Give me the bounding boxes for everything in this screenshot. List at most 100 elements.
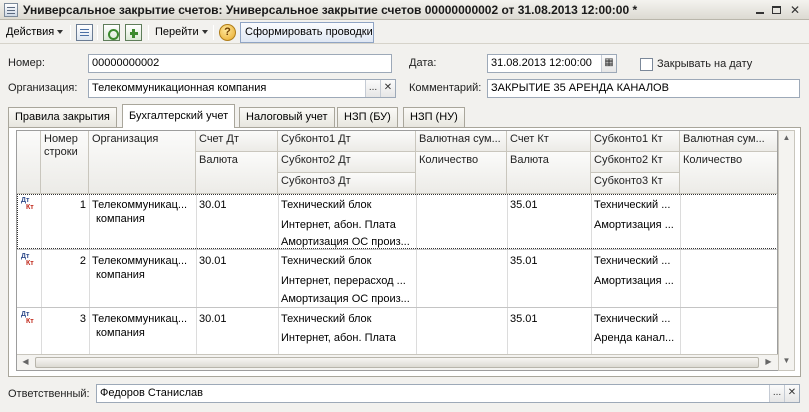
toolbar-separator — [213, 25, 214, 40]
table-header-subconto3-kt[interactable]: Субконто3 Кт — [591, 173, 680, 194]
row-subconto3-dt[interactable]: Амортизация ОС произ... — [278, 232, 416, 252]
row-subconto2-dt[interactable]: Интернет, абон. Плата — [278, 328, 416, 348]
close-on-date-label: Закрывать на дату — [657, 58, 753, 70]
actions-menu-label: Действия — [6, 26, 55, 38]
organization-field[interactable]: Телекоммуникационная компания — [88, 79, 396, 98]
row-dt-account[interactable]: 30.01 — [196, 195, 278, 215]
comment-field[interactable]: ЗАКРЫТИЕ 35 АРЕНДА КАНАЛОВ — [487, 79, 800, 98]
date-field[interactable]: 31.08.2013 12:00:00 — [487, 54, 617, 73]
scroll-left-icon[interactable]: ◀ — [18, 355, 33, 370]
table-header-subconto1-kt[interactable]: Субконто1 Кт — [591, 131, 680, 152]
tab-accounting[interactable]: Бухгалтерский учет — [122, 104, 236, 128]
table-header-organization[interactable]: Организация — [89, 131, 196, 194]
row-number[interactable]: 2 — [41, 251, 89, 271]
toolbar: Действия Перейти ? Сформировать проводки — [0, 21, 809, 44]
title-bar: Универсальное закрытие счетов: Универсал… — [0, 0, 809, 20]
vertical-scrollbar[interactable]: ▲ ▼ — [778, 130, 795, 371]
goto-menu-label: Перейти — [155, 26, 199, 38]
entry-type-icon: Дт Кт — [21, 197, 34, 211]
entry-type-icon: Дт Кт — [21, 253, 34, 267]
toolbar-separator — [70, 25, 71, 40]
row-subconto1-dt[interactable]: Технический блок — [278, 195, 416, 215]
tab-wip-accounting[interactable]: НЗП (БУ) — [337, 107, 398, 127]
tab-closing-rules[interactable]: Правила закрытия — [8, 107, 117, 127]
goto-menu[interactable]: Перейти — [155, 23, 208, 42]
organization-value: Телекоммуникационная компания — [92, 82, 267, 94]
refresh-icon[interactable] — [103, 24, 120, 41]
table-header-dt-account[interactable]: Счет Дт — [196, 131, 278, 152]
post-document-icon[interactable] — [76, 24, 93, 41]
generate-entries-button[interactable]: Сформировать проводки — [240, 22, 374, 43]
responsible-field[interactable]: Федоров Станислав — [96, 384, 800, 403]
date-label: Дата: — [409, 57, 437, 69]
comment-label: Комментарий: — [409, 82, 482, 94]
table-header-subconto2-kt[interactable]: Субконто2 Кт — [591, 152, 680, 173]
actions-menu[interactable]: Действия — [6, 23, 64, 42]
table-header-currency-sum-dt[interactable]: Валютная сум... — [416, 131, 507, 152]
responsible-label: Ответственный: — [8, 388, 90, 400]
horizontal-scrollbar[interactable]: ◀ ▶ — [17, 354, 778, 370]
header-row-number-line1: Номер — [44, 133, 78, 145]
scroll-up-icon[interactable]: ▲ — [779, 131, 794, 146]
responsible-value: Федоров Станислав — [100, 387, 203, 399]
row-kt-account[interactable]: 35.01 — [507, 195, 591, 215]
number-label: Номер: — [8, 57, 45, 69]
table-header-kt-currency[interactable]: Валюта — [507, 152, 591, 194]
dropdown-arrow-icon — [201, 30, 208, 34]
help-icon[interactable]: ? — [219, 24, 236, 41]
close-button[interactable]: ✕ — [787, 3, 803, 17]
date-value: 31.08.2013 12:00:00 — [491, 57, 592, 69]
scroll-right-icon[interactable]: ▶ — [761, 355, 776, 370]
row-organization-cont: компания — [96, 213, 145, 225]
close-on-date-checkbox[interactable] — [640, 58, 653, 71]
row-subconto2-kt[interactable]: Амортизация ... — [591, 215, 680, 235]
row-number[interactable]: 1 — [41, 195, 89, 215]
header-row-number-line2: строки — [44, 146, 78, 158]
row-subconto1-kt[interactable]: Технический ... — [591, 309, 680, 329]
table-header-quantity-dt[interactable]: Количество — [416, 152, 507, 194]
table-header-row-number[interactable]: Номер строки — [41, 131, 89, 194]
tab-tax-accounting[interactable]: Налоговый учет — [239, 107, 335, 127]
window-title: Универсальное закрытие счетов: Универсал… — [23, 3, 638, 17]
row-subconto1-kt[interactable]: Технический ... — [591, 195, 680, 215]
number-field[interactable]: 00000000002 — [88, 54, 392, 73]
select-responsible-button[interactable]: ... — [769, 385, 784, 402]
select-organization-button[interactable]: ... — [365, 80, 380, 97]
row-subconto2-dt[interactable]: Интернет, перерасход ... — [278, 271, 416, 291]
row-subconto1-kt[interactable]: Технический ... — [591, 251, 680, 271]
table-header-subconto1-dt[interactable]: Субконто1 Дт — [278, 131, 416, 152]
table-header-dt-currency[interactable]: Валюта — [196, 152, 278, 194]
table-header-subconto2-dt[interactable]: Субконто2 Дт — [278, 152, 416, 173]
clear-icon[interactable]: ✕ — [380, 80, 395, 97]
row-subconto1-dt[interactable]: Технический блок — [278, 251, 416, 271]
minimize-icon — [756, 12, 764, 14]
toolbar-separator — [97, 25, 98, 40]
entry-type-icon: Дт Кт — [21, 311, 34, 325]
row-kt-account[interactable]: 35.01 — [507, 309, 591, 329]
row-subconto2-kt[interactable]: Аренда канал... — [591, 328, 680, 348]
horizontal-scroll-thumb[interactable] — [35, 357, 759, 368]
maximize-button[interactable] — [769, 3, 785, 17]
tab-wip-tax[interactable]: НЗП (НУ) — [403, 107, 465, 127]
row-dt-account[interactable]: 30.01 — [196, 251, 278, 271]
maximize-icon — [772, 6, 781, 14]
entries-table: Номер строки Организация Счет Дт Валюта … — [16, 130, 778, 371]
scroll-down-icon[interactable]: ▼ — [779, 354, 794, 369]
dropdown-arrow-icon — [57, 30, 64, 34]
calendar-icon[interactable]: ▦ — [601, 55, 616, 72]
table-header-quantity-kt[interactable]: Количество — [680, 152, 777, 194]
row-kt-account[interactable]: 35.01 — [507, 251, 591, 271]
minimize-button[interactable] — [752, 3, 768, 17]
row-number[interactable]: 3 — [41, 309, 89, 329]
toolbar-separator — [148, 25, 149, 40]
row-dt-account[interactable]: 30.01 — [196, 309, 278, 329]
table-header-subconto3-dt[interactable]: Субконто3 Дт — [278, 173, 416, 194]
structure-icon[interactable] — [125, 24, 142, 41]
clear-icon[interactable]: ✕ — [784, 385, 799, 402]
row-subconto1-dt[interactable]: Технический блок — [278, 309, 416, 329]
table-header-currency-sum-kt[interactable]: Валютная сум... — [680, 131, 777, 152]
row-subconto2-kt[interactable]: Амортизация ... — [591, 271, 680, 291]
table-header-kt-account[interactable]: Счет Кт — [507, 131, 591, 152]
row-subconto3-dt[interactable]: Амортизация ОС произ... — [278, 289, 416, 309]
row-organization-cont: компания — [96, 327, 145, 339]
